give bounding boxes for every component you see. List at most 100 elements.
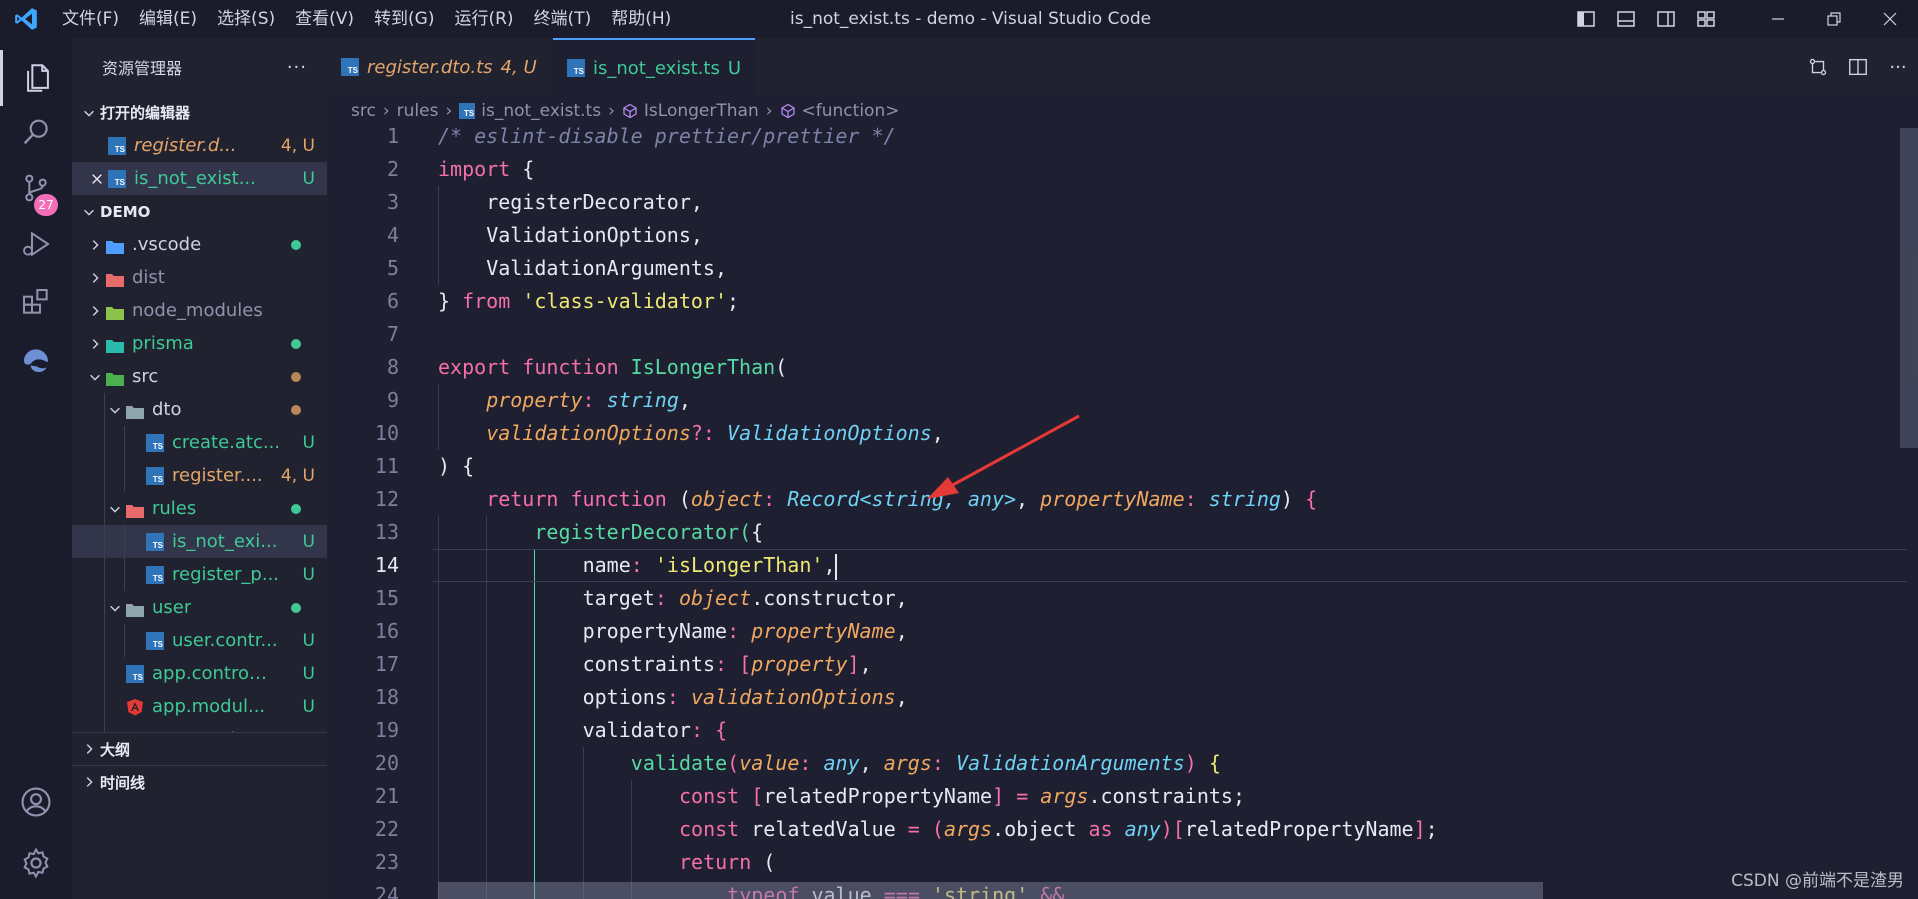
edge-devtools-icon[interactable] xyxy=(0,332,72,388)
toggle-secondary-sidebar-icon[interactable] xyxy=(1646,0,1686,38)
git-status: 4, U xyxy=(280,135,315,156)
file-name: is_not_exi... xyxy=(172,531,278,552)
folder-item[interactable]: rules xyxy=(72,492,327,525)
file-name: user.contr... xyxy=(172,630,278,651)
file-name: register.d... xyxy=(134,135,237,156)
menu-item[interactable]: 运行(R) xyxy=(444,0,523,38)
tab-label: is_not_exist.ts xyxy=(593,57,720,79)
vscode-logo-icon xyxy=(0,0,52,38)
vertical-scrollbar[interactable] xyxy=(1900,126,1918,899)
chevron-down-icon xyxy=(104,601,126,615)
folder-item[interactable]: user xyxy=(72,591,327,624)
editor-tab[interactable]: TS is_not_exist.ts U xyxy=(553,38,756,96)
close-icon[interactable] xyxy=(1862,0,1918,38)
folder-name: src xyxy=(132,366,159,387)
chevron-right-icon: › xyxy=(765,101,773,121)
menu-item[interactable]: 文件(F) xyxy=(52,0,129,38)
typescript-file-icon: TS xyxy=(126,664,144,683)
open-editors-section[interactable]: 打开的编辑器 xyxy=(72,96,327,129)
file-item[interactable]: app.modul... U xyxy=(72,690,327,723)
accounts-icon[interactable] xyxy=(0,774,72,830)
explorer-icon[interactable] xyxy=(0,50,72,106)
file-item[interactable]: TS user.contr... U xyxy=(72,624,327,657)
manage-gear-icon[interactable] xyxy=(0,835,72,891)
explorer-sidebar: 资源管理器 ··· 打开的编辑器 TS register.d... 4, U TS is… xyxy=(72,38,327,899)
run-debug-icon[interactable] xyxy=(0,216,72,272)
code-editor[interactable]: 1/* eslint-disable prettier/prettier */2… xyxy=(327,126,1918,899)
typescript-file-icon: TS xyxy=(459,103,476,119)
git-status-dot xyxy=(291,338,301,349)
indent-guide xyxy=(104,657,105,690)
folder-name: rules xyxy=(152,498,197,519)
customize-layout-icon[interactable] xyxy=(1686,0,1726,38)
file-item[interactable]: TS register.... 4, U xyxy=(72,459,327,492)
timeline-label: 时间线 xyxy=(100,773,146,792)
sidebar-more-actions-icon[interactable]: ··· xyxy=(287,57,307,78)
menu-item[interactable]: 编辑(E) xyxy=(129,0,207,38)
tab-label: register.dto.ts xyxy=(367,56,493,78)
open-editor-item[interactable]: TS is_not_exist... U xyxy=(72,162,327,195)
editor-tab-bar: TS register.dto.ts 4, U TS is_not_exist.ts U … xyxy=(327,38,1918,96)
folder-icon xyxy=(106,304,124,320)
chevron-down-icon xyxy=(78,205,100,219)
file-name: create.atc... xyxy=(172,432,281,453)
breadcrumb-item[interactable]: rules xyxy=(397,101,439,121)
extensions-icon[interactable] xyxy=(0,274,72,330)
folder-item[interactable]: dto xyxy=(72,393,327,426)
breadcrumb-item[interactable]: <function> xyxy=(802,101,900,121)
editor-tab[interactable]: TS register.dto.ts 4, U xyxy=(327,38,551,96)
typescript-file-icon: TS xyxy=(108,169,126,188)
breadcrumb-item[interactable]: src xyxy=(351,101,376,121)
indent-guide xyxy=(104,525,105,558)
folder-item[interactable]: prisma xyxy=(72,327,327,360)
folder-item[interactable]: dist xyxy=(72,261,327,294)
toggle-primary-sidebar-icon[interactable] xyxy=(1566,0,1606,38)
folder-item[interactable]: node_modules xyxy=(72,294,327,327)
breadcrumb-item[interactable]: IsLongerThan xyxy=(644,101,759,121)
typescript-file-icon: TS xyxy=(146,565,164,584)
folder-open-icon xyxy=(126,403,144,419)
folder-item[interactable]: src xyxy=(72,360,327,393)
git-status: U xyxy=(302,531,315,552)
indent-guide xyxy=(104,558,105,591)
folder-item[interactable]: .vscode xyxy=(72,228,327,261)
open-changes-icon[interactable] xyxy=(1798,56,1838,78)
sidebar-title: 资源管理器 xyxy=(102,59,183,78)
search-icon[interactable] xyxy=(0,104,72,160)
more-actions-icon[interactable]: ··· xyxy=(1878,57,1918,78)
folder-name: .vscode xyxy=(132,234,202,255)
scrollbar-thumb[interactable] xyxy=(1900,128,1918,448)
project-label: DEMO xyxy=(100,202,151,221)
git-status: U xyxy=(303,730,315,733)
menu-item[interactable]: 终端(T) xyxy=(524,0,602,38)
split-editor-icon[interactable] xyxy=(1838,56,1878,78)
horizontal-scrollbar[interactable] xyxy=(438,882,1543,899)
source-control-icon[interactable]: 27 xyxy=(0,160,72,216)
toggle-panel-icon[interactable] xyxy=(1606,0,1646,38)
outline-label: 大纲 xyxy=(100,740,131,759)
menu-item[interactable]: 转到(G) xyxy=(364,0,444,38)
file-item[interactable]: app.service.ts U xyxy=(72,723,327,732)
folder-open-icon xyxy=(106,370,124,386)
timeline-section[interactable]: 时间线 xyxy=(72,765,327,798)
indent-guide xyxy=(104,723,105,732)
breadcrumb-item[interactable]: is_not_exist.ts xyxy=(481,101,601,121)
outline-section[interactable]: 大纲 xyxy=(72,732,327,765)
file-item[interactable]: TS create.atc... U xyxy=(72,426,327,459)
chevron-right-icon xyxy=(84,238,106,252)
menu-item[interactable]: 选择(S) xyxy=(207,0,285,38)
project-section[interactable]: DEMO xyxy=(72,195,327,228)
menu-item[interactable]: 帮助(H) xyxy=(601,0,681,38)
close-editor-icon[interactable] xyxy=(90,162,104,195)
open-editor-item[interactable]: TS register.d... 4, U xyxy=(72,129,327,162)
menu-item[interactable]: 查看(V) xyxy=(285,0,364,38)
file-item[interactable]: TS register_p... U xyxy=(72,558,327,591)
typescript-file-icon: TS xyxy=(146,532,164,551)
restore-icon[interactable] xyxy=(1806,0,1862,38)
angular-file-icon xyxy=(126,698,144,716)
file-item[interactable]: TS is_not_exi... U xyxy=(72,525,327,558)
indent-guide xyxy=(104,393,105,426)
minimize-icon[interactable] xyxy=(1750,0,1806,38)
git-status: U xyxy=(302,564,315,585)
file-item[interactable]: TS app.control... U xyxy=(72,657,327,690)
